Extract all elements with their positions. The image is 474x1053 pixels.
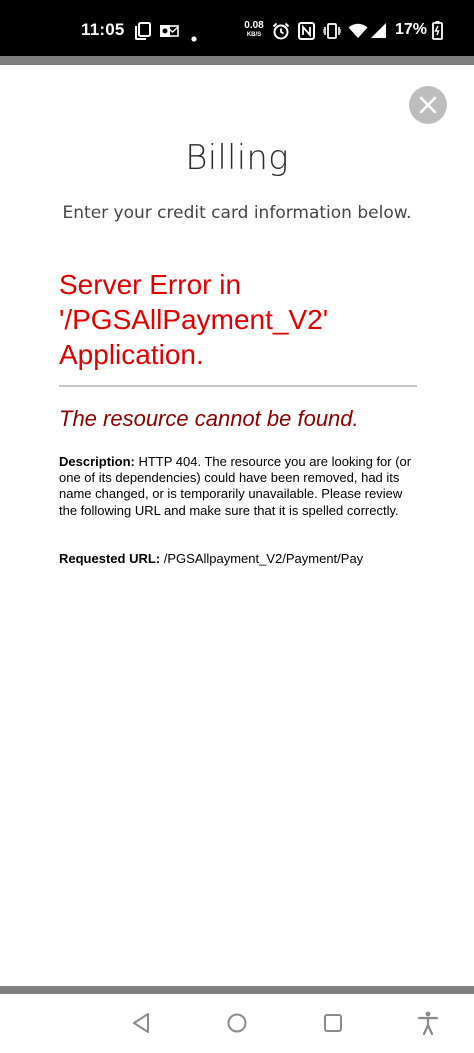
alarm-icon <box>272 22 290 45</box>
close-button[interactable] <box>409 86 447 124</box>
status-bar: 11:05 0.08 KB/S 17% <box>0 0 474 56</box>
error-heading-line1: Server Error in <box>59 269 242 300</box>
battery-percent: 17% <box>395 21 428 38</box>
battery-icon <box>432 21 443 45</box>
vibrate-icon <box>322 22 342 45</box>
network-speed-unit: KB/S <box>246 32 262 38</box>
error-heading-line3: Application. <box>59 339 204 370</box>
requested-url-value: /PGSAllpayment_V2/Payment/Pay <box>163 551 364 566</box>
error-heading: Server Error in '/PGSAllPayment_V2' Appl… <box>59 267 419 372</box>
home-icon[interactable] <box>226 1012 248 1039</box>
error-heading-line2: '/PGSAllPayment_V2' <box>59 304 329 335</box>
accessibility-icon[interactable] <box>417 1011 439 1040</box>
nfc-icon <box>298 22 315 45</box>
screen: 11:05 0.08 KB/S 17% Billing Enter your c… <box>0 0 474 1053</box>
overlay-bottom-band <box>0 986 474 994</box>
copy-icon <box>135 22 151 45</box>
network-speed-value: 0.08 <box>244 20 264 31</box>
requested-url-label: Requested URL: <box>59 551 161 566</box>
dot-icon <box>191 29 197 47</box>
network-speed: 0.08 KB/S <box>243 20 265 39</box>
recents-icon[interactable] <box>323 1013 343 1038</box>
back-icon[interactable] <box>131 1012 151 1039</box>
page-subtitle: Enter your credit card information below… <box>62 203 412 223</box>
signal-icon <box>371 23 387 44</box>
requested-url: Requested URL: /PGSAllpayment_V2/Payment… <box>59 551 439 566</box>
overlay-top-band <box>0 56 474 65</box>
wifi-icon <box>348 23 368 44</box>
error-subheading: The resource cannot be found. <box>59 406 359 431</box>
status-time: 11:05 <box>81 20 125 39</box>
error-description: Description: HTTP 404. The resource you … <box>59 454 419 519</box>
navigation-bar <box>0 994 474 1053</box>
divider <box>59 385 417 387</box>
outlook-icon <box>160 23 179 44</box>
page-title: Billing <box>185 138 289 178</box>
description-label: Description: <box>59 454 135 469</box>
